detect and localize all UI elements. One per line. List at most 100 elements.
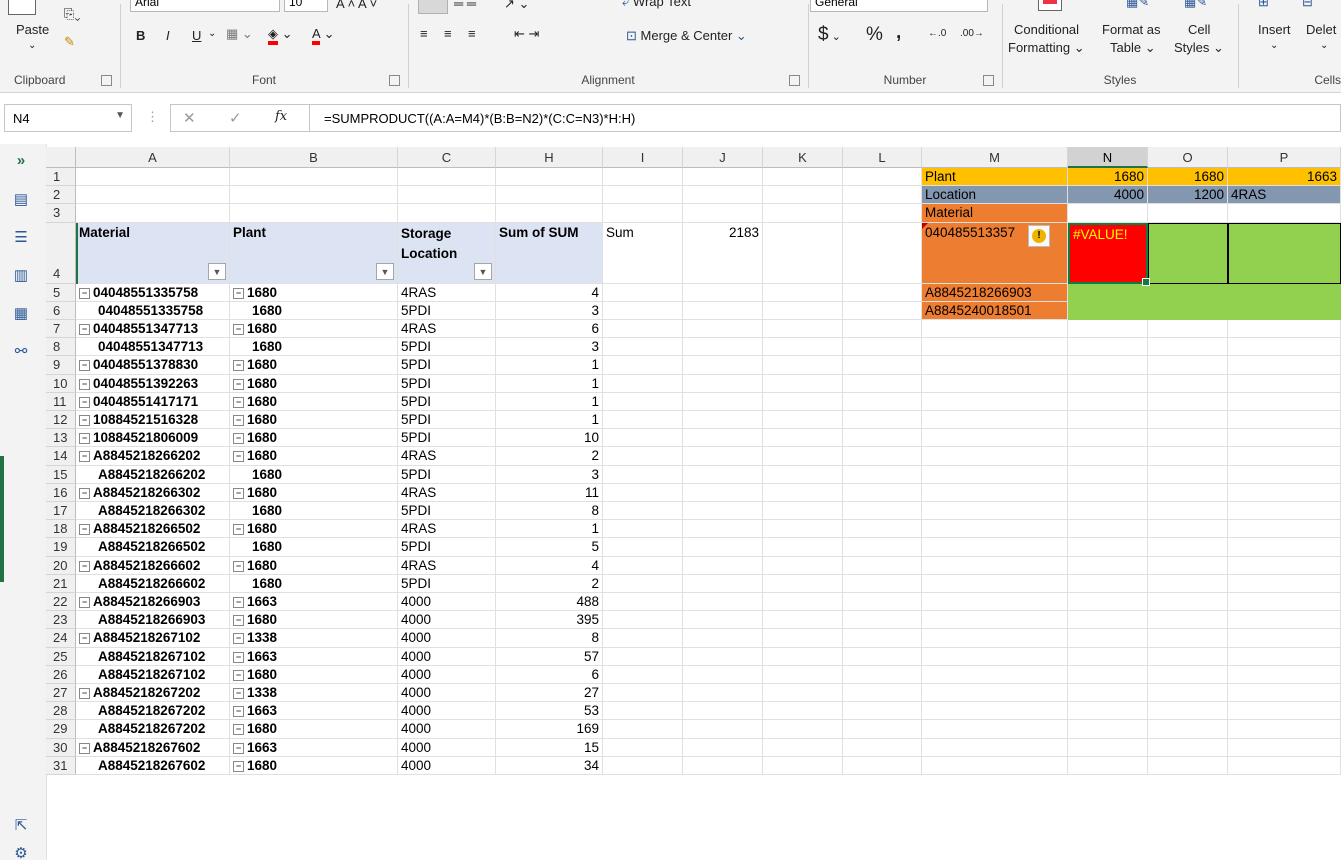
empty-cell[interactable] — [683, 702, 763, 721]
empty-cell[interactable] — [1228, 483, 1341, 502]
empty-cell[interactable] — [922, 374, 1068, 393]
location-p-cell[interactable]: 4RAS — [1228, 186, 1341, 205]
collapse-icon[interactable]: − — [79, 287, 90, 299]
empty-cell[interactable] — [922, 702, 1068, 721]
location-label-cell[interactable]: Location — [922, 186, 1068, 205]
plant-cell[interactable]: −1680 — [230, 556, 398, 575]
empty-cell[interactable] — [683, 320, 763, 339]
empty-cell[interactable] — [496, 204, 603, 223]
collapse-icon[interactable]: − — [233, 360, 244, 372]
empty-cell[interactable] — [763, 738, 843, 757]
empty-cell[interactable] — [603, 356, 683, 375]
material-cell[interactable]: −10884521806009 — [76, 429, 230, 448]
storage-cell[interactable]: 4000 — [398, 629, 496, 648]
collapse-icon[interactable]: − — [233, 396, 244, 408]
empty-cell[interactable] — [683, 574, 763, 593]
storage-cell[interactable]: 4RAS — [398, 283, 496, 302]
row-header[interactable]: 11 — [46, 392, 76, 411]
row-header[interactable]: 14 — [46, 447, 76, 466]
plant-cell[interactable]: −1680 — [230, 756, 398, 775]
insert-function-icon[interactable]: fx — [275, 109, 287, 124]
header-sum[interactable]: Sum of SUM — [496, 222, 603, 284]
empty-cell[interactable] — [603, 483, 683, 502]
format-painter-icon[interactable]: ✎ — [64, 34, 75, 50]
plant-cell[interactable]: −1680 — [230, 356, 398, 375]
empty-cell[interactable] — [922, 684, 1068, 703]
plant-cell[interactable]: −1680 — [230, 520, 398, 539]
error-warning-icon[interactable]: ! — [1028, 224, 1050, 247]
storage-cell[interactable]: 5PDI — [398, 502, 496, 521]
empty-cell[interactable] — [763, 447, 843, 466]
empty-cell[interactable] — [1148, 538, 1228, 557]
currency-button[interactable]: $ ⌄ — [818, 24, 841, 46]
empty-cell[interactable] — [1148, 720, 1228, 739]
sum-cell[interactable]: 3 — [496, 338, 603, 357]
number-launcher[interactable] — [983, 75, 994, 86]
empty-cell[interactable] — [1068, 374, 1148, 393]
material-cell[interactable]: − A8845218266903 — [76, 593, 230, 612]
row-header[interactable]: 26 — [46, 665, 76, 684]
material-cell[interactable]: −04048551378830 — [76, 356, 230, 375]
merge-center-icon[interactable]: ⊡ Merge & Center ⌄ — [626, 28, 747, 44]
empty-cell[interactable] — [763, 320, 843, 339]
sum-cell[interactable]: 1 — [496, 374, 603, 393]
align-left-icon[interactable]: ≡ — [420, 26, 428, 41]
plant-cell[interactable]: −1680 — [230, 447, 398, 466]
clipboard-launcher[interactable] — [101, 75, 112, 86]
empty-cell[interactable] — [843, 574, 922, 593]
plant-n-cell[interactable]: 1680 — [1068, 168, 1148, 187]
empty-cell[interactable] — [683, 411, 763, 430]
empty-cell[interactable] — [603, 301, 683, 320]
row-header[interactable]: 25 — [46, 647, 76, 666]
sum-cell[interactable]: 3 — [496, 301, 603, 320]
sum-cell[interactable]: 34 — [496, 756, 603, 775]
plant-cell[interactable]: −1680 — [230, 720, 398, 739]
empty-cell[interactable] — [763, 611, 843, 630]
plant-label-cell[interactable]: Plant — [922, 168, 1068, 187]
empty-cell[interactable] — [843, 665, 922, 684]
empty-cell[interactable] — [683, 556, 763, 575]
error-cell[interactable]: #VALUE! — [1068, 222, 1150, 286]
material-cell[interactable]: A8845218266302 — [76, 502, 230, 521]
row-header[interactable]: 23 — [46, 611, 76, 630]
empty-cell[interactable] — [1068, 338, 1148, 357]
sum-label[interactable]: Sum — [603, 222, 683, 284]
row-header[interactable]: 12 — [46, 411, 76, 430]
empty-cell[interactable] — [1068, 629, 1148, 648]
collapse-icon[interactable]: − — [233, 651, 244, 663]
font-name-select[interactable]: Arial — [130, 0, 280, 12]
empty-cell[interactable] — [603, 647, 683, 666]
empty-cell[interactable] — [1148, 665, 1228, 684]
material-cell[interactable]: A8845218267102 — [76, 647, 230, 666]
green-cell[interactable] — [1068, 301, 1148, 320]
empty-cell[interactable] — [843, 168, 922, 187]
storage-cell[interactable]: 4000 — [398, 738, 496, 757]
collapse-icon[interactable]: − — [233, 669, 244, 681]
storage-cell[interactable]: 5PDI — [398, 411, 496, 430]
plant-cell[interactable]: −1338 — [230, 684, 398, 703]
format-as-table-button[interactable]: Format as — [1102, 22, 1161, 37]
sum-cell[interactable]: 6 — [496, 665, 603, 684]
sum-cell[interactable]: 169 — [496, 720, 603, 739]
empty-cell[interactable] — [843, 374, 922, 393]
empty-cell[interactable] — [603, 574, 683, 593]
empty-cell[interactable] — [922, 593, 1068, 612]
empty-cell[interactable] — [763, 556, 843, 575]
empty-cell[interactable] — [763, 720, 843, 739]
empty-cell[interactable] — [683, 429, 763, 448]
empty-cell[interactable] — [683, 756, 763, 775]
empty-cell[interactable] — [683, 447, 763, 466]
material-cell[interactable]: − A8845218267602 — [76, 738, 230, 757]
table-dropdown[interactable]: Table ⌄ — [1110, 40, 1156, 56]
font-color-icon[interactable]: A ⌄ — [312, 26, 334, 45]
empty-cell[interactable] — [1068, 411, 1148, 430]
chevron-down-icon[interactable]: ⌄ — [1270, 40, 1278, 51]
empty-cell[interactable] — [1228, 720, 1341, 739]
empty-cell[interactable] — [603, 429, 683, 448]
align-middle-icon[interactable]: ═ ═ — [454, 0, 476, 11]
alignment-launcher[interactable] — [789, 75, 800, 86]
empty-cell[interactable] — [603, 465, 683, 484]
empty-cell[interactable] — [683, 538, 763, 557]
column-header-p[interactable]: P — [1228, 147, 1341, 168]
empty-cell[interactable] — [1148, 556, 1228, 575]
